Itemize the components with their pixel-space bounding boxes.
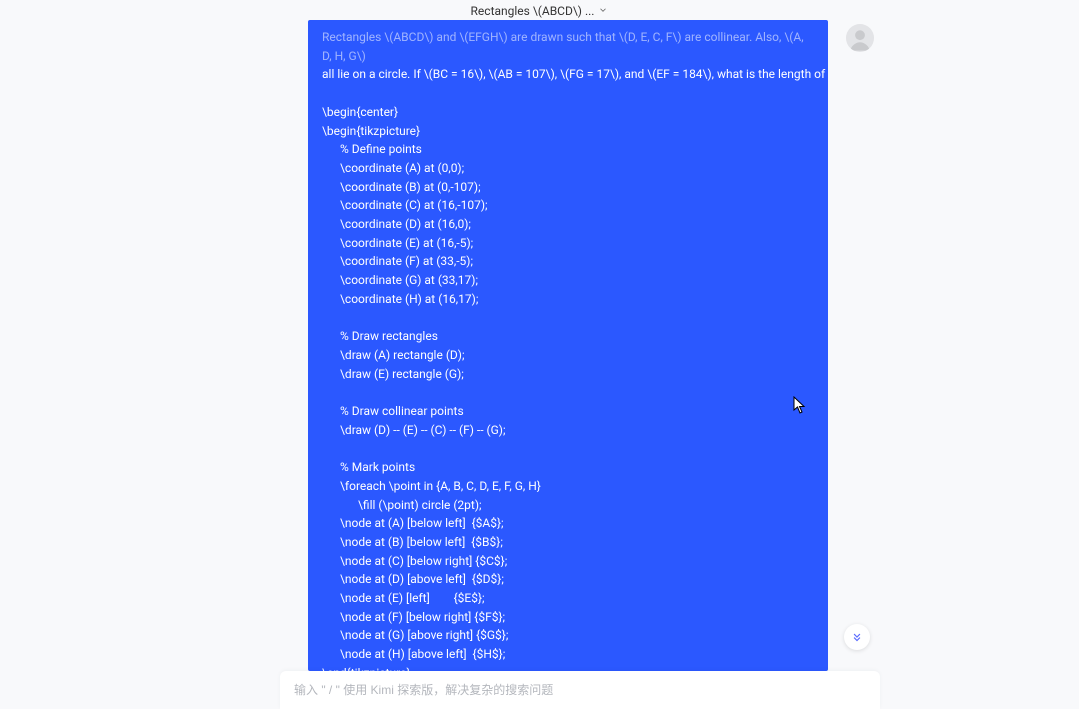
code-line: \coordinate (H) at (16,17); (322, 290, 814, 309)
message-intro-line-1: Rectangles \(ABCD\) and \(EFGH\) are dra… (322, 28, 814, 65)
code-line: \coordinate (A) at (0,0); (322, 159, 814, 178)
code-line: % Mark points (322, 458, 814, 477)
user-avatar[interactable] (846, 24, 874, 52)
code-line: \node at (C) [below right] {$C$}; (322, 552, 814, 571)
code-line: % Draw rectangles (322, 327, 814, 346)
code-line: \coordinate (C) at (16,-107); (322, 196, 814, 215)
chevron-down-icon (598, 4, 608, 18)
code-line: \node at (F) [below right] {$F$}; (322, 608, 814, 627)
code-line: \end{tikzpicture} (322, 664, 814, 671)
code-line: \coordinate (E) at (16,-5); (322, 234, 814, 253)
conversation-title[interactable]: Rectangles \(ABCD\) ... (471, 4, 609, 18)
code-line: \node at (A) [below left] {$A$}; (322, 514, 814, 533)
title-text: Rectangles \(ABCD\) ... (471, 4, 595, 18)
message-intro-line-2: all lie on a circle. If \(BC = 16\), \(A… (322, 65, 814, 84)
header: Rectangles \(ABCD\) ... (0, 0, 1079, 22)
code-line: \node at (D) [above left] {$D$}; (322, 570, 814, 589)
code-line: \draw (D) -- (E) -- (C) -- (F) -- (G); (322, 421, 814, 440)
code-line: \node at (B) [below left] {$B$}; (322, 533, 814, 552)
code-line: \node at (E) [left] {$E$}; (322, 589, 814, 608)
code-line (322, 439, 814, 458)
code-line (322, 383, 814, 402)
chat-input-bar (280, 671, 880, 709)
chevron-double-down-icon (850, 630, 864, 644)
code-line: \node at (G) [above right] {$G$}; (322, 626, 814, 645)
code-line: \draw (E) rectangle (G); (322, 365, 814, 384)
code-line: \begin{center} (322, 103, 814, 122)
code-line: \node at (H) [above left] {$H$}; (322, 645, 814, 664)
code-line: \fill (\point) circle (2pt); (322, 496, 814, 515)
code-line: \begin{tikzpicture} (322, 122, 814, 141)
code-line: \coordinate (G) at (33,17); (322, 271, 814, 290)
code-line (322, 309, 814, 328)
avatar-icon (846, 24, 874, 52)
user-message: Rectangles \(ABCD\) and \(EFGH\) are dra… (308, 20, 828, 671)
code-line: % Define points (322, 140, 814, 159)
code-line: \coordinate (F) at (33,-5); (322, 252, 814, 271)
code-line: \coordinate (B) at (0,-107); (322, 178, 814, 197)
code-line (322, 84, 814, 103)
code-line: \foreach \point in {A, B, C, D, E, F, G,… (322, 477, 814, 496)
code-line: % Draw collinear points (322, 402, 814, 421)
code-line: \coordinate (D) at (16,0); (322, 215, 814, 234)
scroll-to-bottom-button[interactable] (844, 624, 870, 650)
message-code-body: \begin{center}\begin{tikzpicture}% Defin… (322, 84, 814, 671)
code-line: \draw (A) rectangle (D); (322, 346, 814, 365)
chat-input[interactable] (294, 683, 866, 697)
